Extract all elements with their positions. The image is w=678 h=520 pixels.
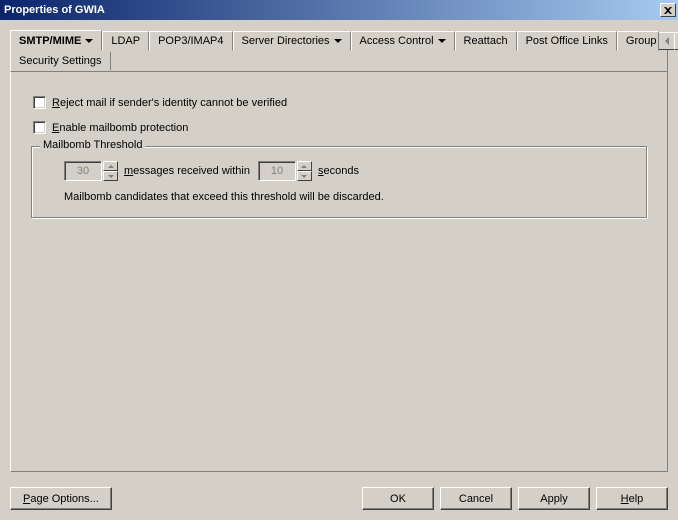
tab-server-directories[interactable]: Server Directories [233, 31, 351, 51]
button-bar: Page Options... OK Cancel Apply Help [10, 487, 668, 510]
close-icon [664, 7, 672, 14]
chevron-up-icon [301, 165, 307, 168]
reject-mail-row: Reject mail if sender's identity cannot … [33, 96, 649, 109]
close-button[interactable] [660, 3, 676, 17]
seconds-label: seconds [318, 165, 359, 177]
tab-ldap[interactable]: LDAP [102, 31, 149, 51]
client-area: SMTP/MIME LDAP POP3/IMAP4 Server Directo… [0, 20, 678, 520]
tab-label: Access Control [360, 35, 434, 47]
messages-label: messages received within [124, 165, 250, 177]
enable-mailbomb-row: Enable mailbomb protection [33, 121, 649, 134]
sub-tab-security-settings[interactable]: Security Settings [11, 52, 111, 70]
tab-group-truncated[interactable]: Group [617, 31, 660, 51]
cancel-button[interactable]: Cancel [440, 487, 512, 510]
window-title: Properties of GWIA [2, 4, 658, 16]
tab-scroll-left[interactable] [658, 32, 675, 50]
mailbomb-threshold-group: Mailbomb Threshold 30 messages received … [31, 146, 647, 218]
tab-label: Server Directories [242, 35, 330, 47]
messages-spinner: 30 [64, 161, 118, 181]
chevron-down-icon [438, 39, 446, 43]
tab-scroll-controls [659, 32, 678, 50]
enable-mailbomb-checkbox[interactable] [33, 121, 46, 134]
seconds-input[interactable]: 10 [258, 161, 296, 181]
group-legend: Mailbomb Threshold [40, 139, 145, 151]
title-bar: Properties of GWIA [0, 0, 678, 20]
chevron-left-icon [665, 37, 669, 45]
messages-spin-up[interactable] [103, 161, 118, 171]
chevron-down-icon [334, 39, 342, 43]
seconds-spin-up[interactable] [297, 161, 312, 171]
reject-mail-checkbox[interactable] [33, 96, 46, 109]
tab-label: Reattach [464, 35, 508, 47]
threshold-row: 30 messages received within 10 seconds [64, 161, 632, 181]
tab-post-office-links[interactable]: Post Office Links [517, 31, 617, 51]
tab-label: POP3/IMAP4 [158, 35, 223, 47]
settings-panel: Reject mail if sender's identity cannot … [10, 72, 668, 472]
tab-access-control[interactable]: Access Control [351, 31, 455, 51]
tab-label: Post Office Links [526, 35, 608, 47]
threshold-note: Mailbomb candidates that exceed this thr… [64, 191, 632, 203]
apply-button[interactable]: Apply [518, 487, 590, 510]
enable-mailbomb-label: Enable mailbomb protection [52, 122, 188, 134]
messages-input[interactable]: 30 [64, 161, 102, 181]
sub-tab-label: Security Settings [19, 55, 102, 67]
tab-label: Group [626, 35, 657, 47]
seconds-spin-down[interactable] [297, 171, 312, 181]
reject-mail-label: Reject mail if sender's identity cannot … [52, 97, 287, 109]
tab-scroll-right[interactable] [674, 32, 678, 50]
page-options-button[interactable]: Page Options... [10, 487, 112, 510]
chevron-down-icon [85, 39, 93, 43]
tab-label: LDAP [111, 35, 140, 47]
sub-tab-row: Security Settings [10, 50, 668, 72]
seconds-spinner: 10 [258, 161, 312, 181]
tab-reattach[interactable]: Reattach [455, 31, 517, 51]
messages-spin-down[interactable] [103, 171, 118, 181]
ok-button[interactable]: OK [362, 487, 434, 510]
chevron-down-icon [301, 175, 307, 178]
tab-strip: SMTP/MIME LDAP POP3/IMAP4 Server Directo… [10, 28, 668, 50]
tab-label: SMTP/MIME [19, 35, 81, 47]
chevron-down-icon [108, 175, 114, 178]
tab-smtp-mime[interactable]: SMTP/MIME [10, 30, 102, 51]
help-button[interactable]: Help [596, 487, 668, 510]
tab-pop3-imap4[interactable]: POP3/IMAP4 [149, 31, 232, 51]
seconds-spin-buttons [297, 161, 312, 181]
chevron-up-icon [108, 165, 114, 168]
messages-spin-buttons [103, 161, 118, 181]
